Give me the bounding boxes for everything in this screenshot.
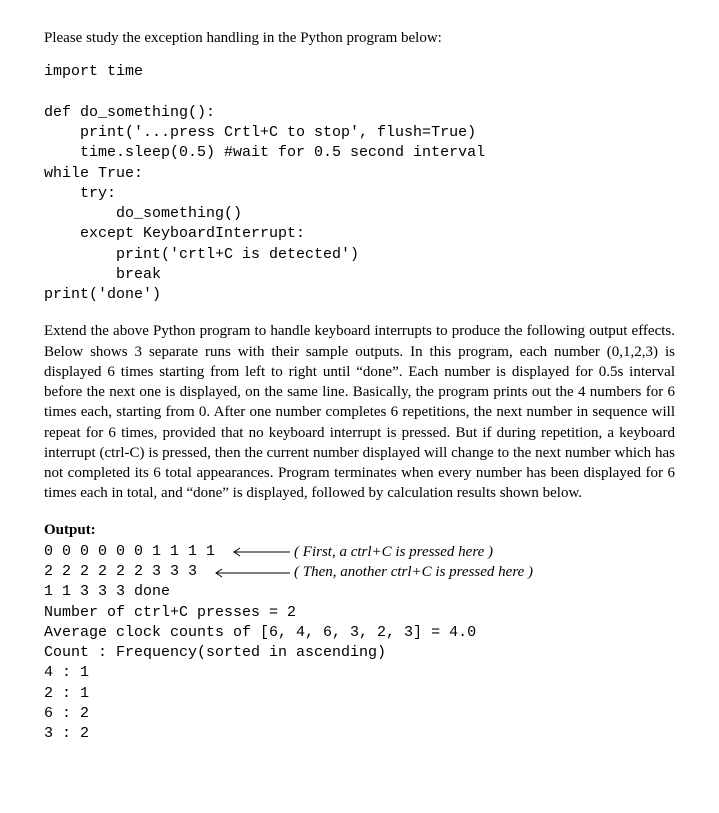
output-row-2: 2 2 2 2 2 2 3 3 3 ( Then, another ctrl+C… bbox=[44, 562, 675, 582]
output-heading: Output: bbox=[44, 520, 675, 540]
output-line: Count : Frequency(sorted in ascending) bbox=[44, 643, 675, 663]
output-text: 2 2 2 2 2 2 3 3 3 bbox=[44, 562, 206, 582]
code-line: print('...press Crtl+C to stop', flush=T… bbox=[44, 124, 476, 141]
intro-text: Please study the exception handling in t… bbox=[44, 28, 675, 48]
output-line: 6 : 2 bbox=[44, 704, 675, 724]
code-line: time.sleep(0.5) #wait for 0.5 second int… bbox=[44, 144, 485, 161]
output-line: 4 : 1 bbox=[44, 663, 675, 683]
output-annotation: ( Then, another ctrl+C is pressed here ) bbox=[294, 562, 533, 582]
output-row-1: 0 0 0 0 0 0 1 1 1 1 ( First, a ctrl+C is… bbox=[44, 542, 675, 562]
code-line: except KeyboardInterrupt: bbox=[44, 225, 305, 242]
code-line: break bbox=[44, 266, 161, 283]
code-line: try: bbox=[44, 185, 116, 202]
code-line: do_something() bbox=[44, 205, 242, 222]
code-line: def do_something(): bbox=[44, 104, 215, 121]
code-line: print('crtl+C is detected') bbox=[44, 246, 359, 263]
left-arrow-icon bbox=[224, 542, 294, 562]
code-line: import time bbox=[44, 63, 143, 80]
explanation-paragraph: Extend the above Python program to handl… bbox=[44, 321, 675, 503]
output-line: Number of ctrl+C presses = 2 bbox=[44, 603, 675, 623]
code-line: print('done') bbox=[44, 286, 161, 303]
output-line: Average clock counts of [6, 4, 6, 3, 2, … bbox=[44, 623, 675, 643]
output-annotation: ( First, a ctrl+C is pressed here ) bbox=[294, 542, 493, 562]
left-arrow-icon bbox=[206, 562, 294, 582]
output-text: 0 0 0 0 0 0 1 1 1 1 bbox=[44, 542, 224, 562]
code-line: while True: bbox=[44, 165, 143, 182]
output-line: 1 1 3 3 3 done bbox=[44, 582, 675, 602]
code-block: import time def do_something(): print('.… bbox=[44, 62, 675, 305]
output-line: 2 : 1 bbox=[44, 684, 675, 704]
output-line: 3 : 2 bbox=[44, 724, 675, 744]
